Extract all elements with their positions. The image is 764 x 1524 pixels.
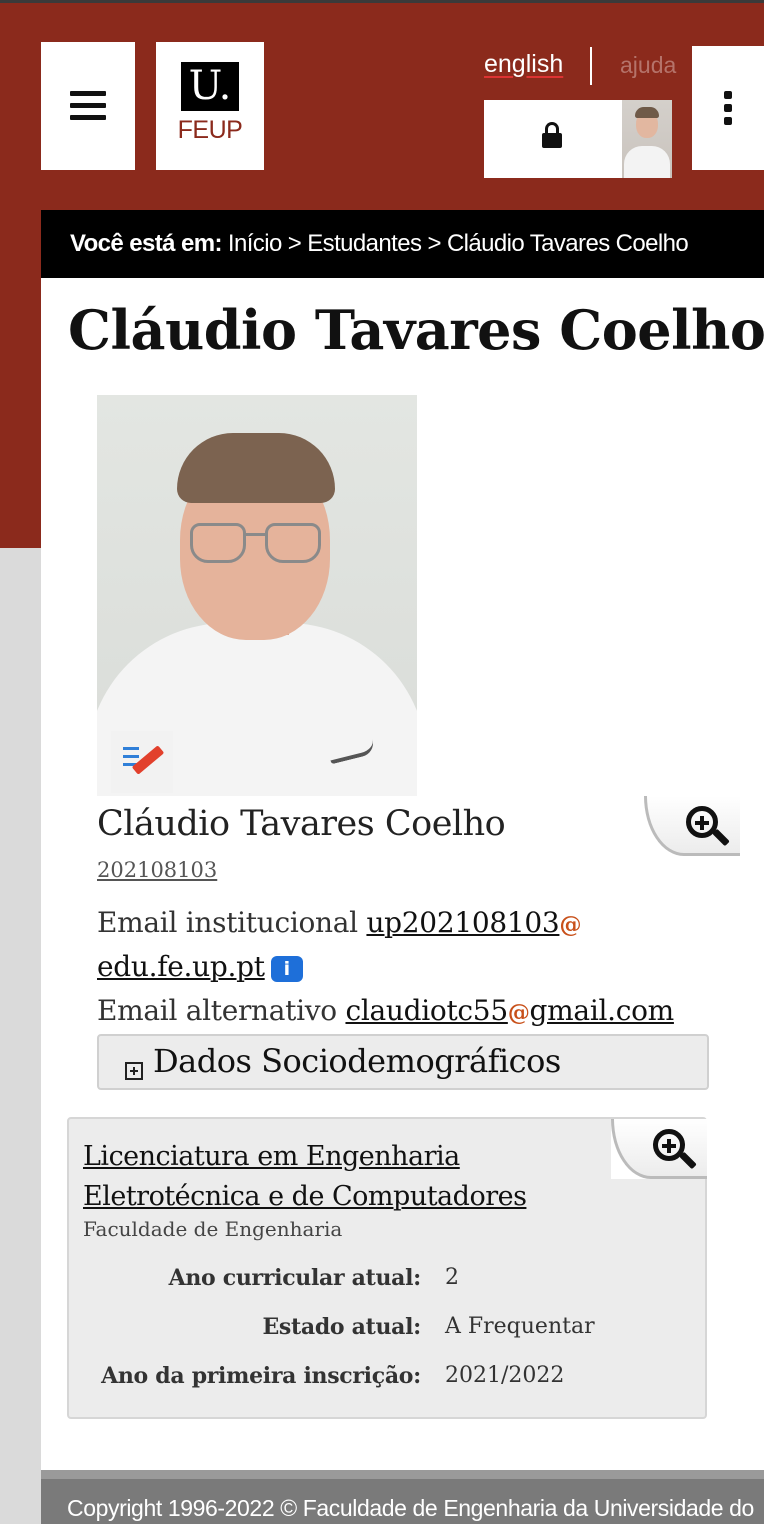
current-year-label: Ano curricular atual: <box>168 1265 422 1291</box>
breadcrumb-home[interactable]: Início <box>228 230 282 257</box>
at-sign: @ <box>507 1000 530 1026</box>
hamburger-icon <box>70 91 106 121</box>
course-zoom-button[interactable] <box>611 1119 707 1179</box>
profile-zoom-button[interactable] <box>644 796 740 856</box>
student-number[interactable]: 202108103 <box>97 858 217 882</box>
sociodemographic-toggle[interactable]: Dados Sociodemográficos <box>97 1034 709 1090</box>
institutional-email-user[interactable]: up202108103 <box>366 906 559 939</box>
more-options-button[interactable] <box>692 46 764 170</box>
lock-icon[interactable] <box>542 122 562 148</box>
status-value: A Frequentar <box>445 1314 595 1339</box>
breadcrumb-separator: > <box>427 230 441 257</box>
breadcrumb-prefix: Você está em: <box>70 230 222 257</box>
course-name-link[interactable]: Licenciatura em Engenharia Eletrotécnica… <box>83 1137 603 1217</box>
alternative-email-label: Email alternativo <box>97 994 337 1027</box>
help-link[interactable]: ajuda <box>620 52 676 79</box>
course-info-row: Ano da primeira inscrição: 2021/2022 <box>69 1363 709 1412</box>
institutional-email-row: Email institucional up202108103@ <box>97 906 581 939</box>
course-info-table: Ano curricular atual: 2 Estado atual: A … <box>69 1265 709 1412</box>
footer: Copyright 1996-2022 © Faculdade de Engen… <box>41 1470 764 1524</box>
at-sign: @ <box>559 912 582 938</box>
main-content: Cláudio Tavares Coelho Cláudio Tavares C… <box>41 278 764 1470</box>
first-enrollment-value: 2021/2022 <box>445 1363 565 1388</box>
alternative-email-user[interactable]: claudiotc55 <box>345 994 508 1027</box>
info-icon[interactable]: i <box>270 955 303 982</box>
page-title: Cláudio Tavares Coelho <box>68 298 764 362</box>
logo-text: FEUP <box>177 116 243 144</box>
breadcrumb-current[interactable]: Cláudio Tavares Coelho <box>447 230 689 257</box>
sociodemographic-label: Dados Sociodemográficos <box>153 1042 561 1080</box>
institutional-email-domain[interactable]: edu.fe.up.pt <box>97 950 265 983</box>
breadcrumb-separator: > <box>287 230 302 257</box>
status-label: Estado atual: <box>262 1314 421 1340</box>
institutional-email-domain-row: edu.fe.up.pt i <box>97 950 303 983</box>
menu-button[interactable] <box>41 42 135 170</box>
course-info-row: Estado atual: A Frequentar <box>69 1314 709 1363</box>
edit-photo-icon[interactable] <box>111 731 173 793</box>
logo-mark: U. <box>181 62 239 111</box>
course-faculty: Faculdade de Engenharia <box>83 1217 343 1241</box>
user-session-box[interactable] <box>484 100 672 178</box>
language-link[interactable]: english <box>484 50 563 79</box>
header-separator <box>590 47 592 85</box>
course-info-row: Ano curricular atual: 2 <box>69 1265 709 1314</box>
expand-plus-icon <box>125 1062 143 1080</box>
left-margin <box>0 548 41 1524</box>
breadcrumb: Você está em: Início > Estudantes > Cláu… <box>41 210 764 278</box>
course-card: Licenciatura em Engenharia Eletrotécnica… <box>67 1117 707 1419</box>
first-enrollment-label: Ano da primeira inscrição: <box>101 1363 421 1389</box>
student-name: Cláudio Tavares Coelho <box>97 804 506 844</box>
kebab-menu-icon <box>724 91 732 99</box>
breadcrumb-students[interactable]: Estudantes <box>307 230 422 257</box>
institutional-email-label: Email institucional <box>97 906 358 939</box>
alternative-email-row: Email alternativo claudiotc55@gmail.com <box>97 994 674 1027</box>
current-year-value: 2 <box>445 1265 459 1290</box>
copyright-text: Copyright 1996-2022 © Faculdade de Engen… <box>67 1495 754 1521</box>
avatar[interactable] <box>622 100 672 178</box>
alternative-email-domain[interactable]: gmail.com <box>530 994 675 1027</box>
profile-photo <box>97 395 417 796</box>
feup-logo[interactable]: U. FEUP <box>156 42 264 170</box>
